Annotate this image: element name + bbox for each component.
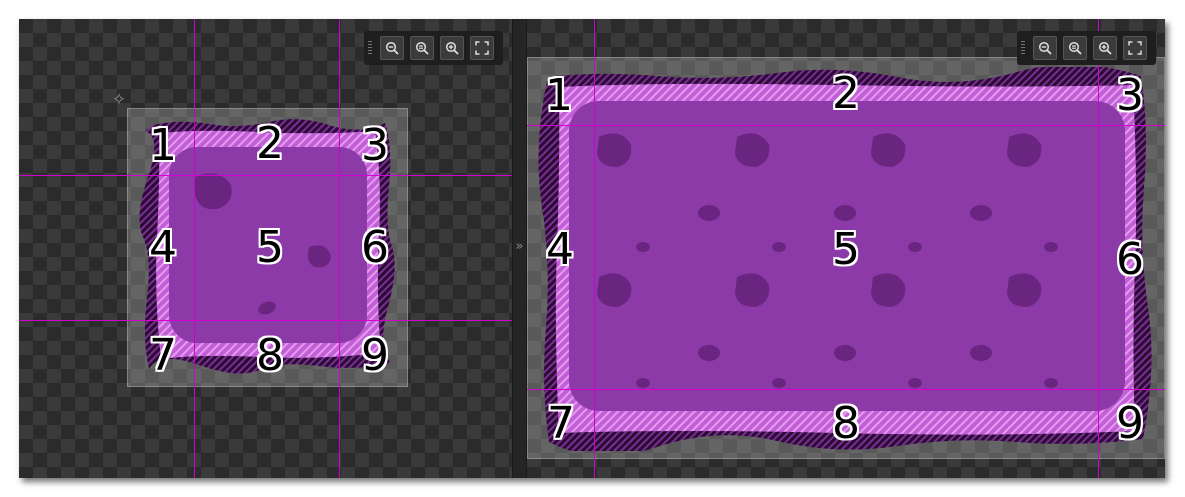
slice-label-5: 5 [832, 224, 860, 275]
zoom-reset-button[interactable] [410, 36, 434, 60]
slice-label-4: 4 [149, 222, 177, 273]
fit-to-view-button[interactable] [1123, 36, 1147, 60]
zoom-toolbar [364, 31, 503, 65]
slice-label-6: 6 [361, 222, 389, 273]
pivot-icon[interactable]: ✧ [112, 90, 126, 110]
slice-guide-left[interactable] [594, 19, 595, 478]
zoom-out-icon [1038, 41, 1052, 55]
slice-label-3: 3 [1116, 70, 1144, 121]
slice-label-8: 8 [832, 398, 860, 449]
slice-label-9: 9 [1116, 398, 1144, 449]
slice-label-7: 7 [547, 398, 575, 449]
zoom-in-button[interactable] [1093, 36, 1117, 60]
fit-to-view-icon [475, 41, 489, 55]
zoom-toolbar [1017, 31, 1156, 65]
slice-label-5: 5 [256, 222, 284, 273]
drag-handle-icon[interactable] [368, 41, 372, 55]
pane-splitter[interactable]: » [512, 19, 527, 478]
slice-guide-top[interactable] [19, 175, 512, 176]
zoom-out-button[interactable] [1033, 36, 1057, 60]
slice-label-2: 2 [832, 68, 860, 119]
zoom-in-icon [1098, 41, 1112, 55]
slice-guide-right[interactable] [1098, 19, 1099, 478]
slice-guide-bottom[interactable] [527, 389, 1165, 390]
slice-guide-left[interactable] [194, 19, 195, 478]
slice-label-7: 7 [149, 330, 177, 381]
zoom-reset-button[interactable] [1063, 36, 1087, 60]
slice-guide-top[interactable] [527, 125, 1165, 126]
zoom-reset-icon [415, 41, 429, 55]
slice-label-8: 8 [256, 330, 284, 381]
zoom-in-icon [445, 41, 459, 55]
zoom-in-button[interactable] [440, 36, 464, 60]
fit-to-view-icon [1128, 41, 1142, 55]
drag-handle-icon[interactable] [1021, 41, 1025, 55]
expand-arrow-icon[interactable]: » [513, 239, 526, 254]
slice-guide-bottom[interactable] [19, 320, 512, 321]
slice-label-1: 1 [545, 70, 573, 121]
source-sprite-pane[interactable]: ✧ 1 2 3 4 5 6 7 8 9 [19, 19, 512, 478]
slice-label-9: 9 [361, 330, 389, 381]
slice-label-1: 1 [149, 120, 177, 171]
fit-to-view-button[interactable] [470, 36, 494, 60]
zoom-out-button[interactable] [380, 36, 404, 60]
zoom-reset-icon [1068, 41, 1082, 55]
sliced-preview-pane[interactable]: 1 2 3 4 5 6 7 8 9 [527, 19, 1165, 478]
slice-label-2: 2 [256, 118, 284, 169]
slice-label-6: 6 [1116, 234, 1144, 285]
sprite-editor: ✧ 1 2 3 4 5 6 7 8 9 » 1 2 3 4 5 6 7 8 9 [19, 19, 1165, 478]
slice-label-4: 4 [546, 224, 574, 275]
zoom-out-icon [385, 41, 399, 55]
slice-guide-right[interactable] [339, 19, 340, 478]
slice-label-3: 3 [361, 120, 389, 171]
